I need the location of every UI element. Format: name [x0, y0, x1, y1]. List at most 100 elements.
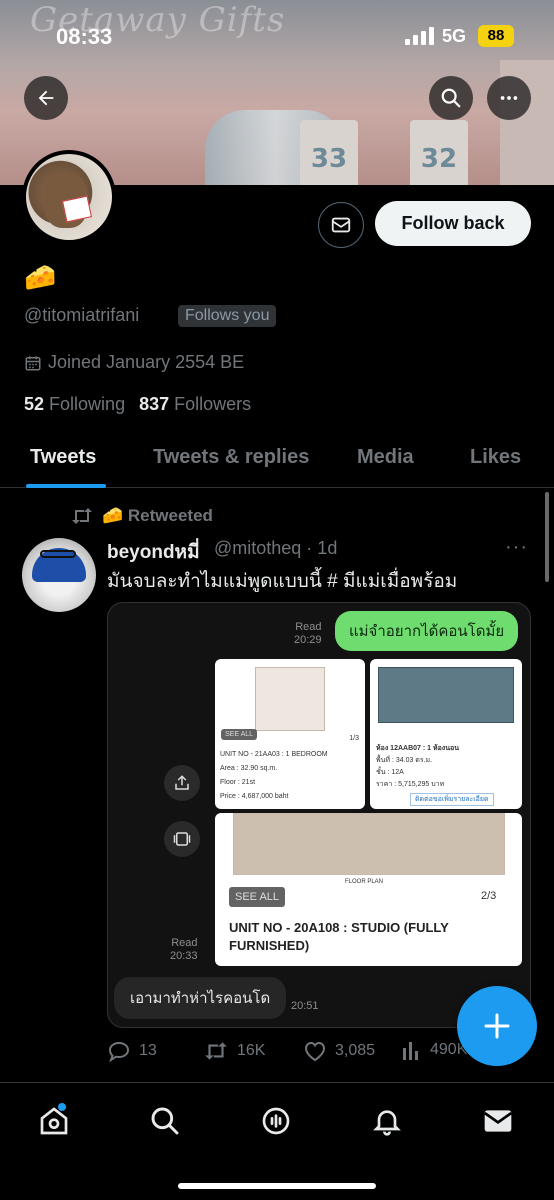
following-link[interactable]: 52 Following — [24, 394, 125, 415]
joined-date: Joined January 2554 BE — [24, 352, 244, 373]
retweeted-label: 🧀 Retweeted — [102, 506, 213, 525]
follows-you-badge: Follows you — [178, 305, 277, 327]
room-label: ห้อง 12AAB07 : 1 ห้องนอน — [376, 745, 459, 752]
calendar-icon — [25, 355, 41, 370]
nav-notifications[interactable] — [367, 1101, 407, 1141]
joined-label: Joined January 2554 BE — [48, 352, 245, 372]
compose-tweet-button[interactable] — [457, 986, 537, 1066]
floor-label: ชั้น : 12A — [376, 769, 404, 776]
follow-back-button[interactable]: Follow back — [375, 201, 531, 246]
retweet-icon — [205, 1042, 227, 1060]
floor-layout-drawing — [233, 813, 505, 875]
profile-avatar[interactable] — [22, 150, 116, 244]
floorplan-card-3: FLOOR PLAN SEE ALL 2/3 UNIT NO - 20A108 … — [215, 813, 522, 966]
pillar-number: 33 — [310, 144, 348, 174]
search-icon — [151, 1107, 179, 1135]
display-name: 🧀 — [24, 262, 57, 292]
read-receipt-2: Read 20:33 — [170, 937, 198, 963]
read-receipt-1: Read 20:29 — [294, 621, 322, 647]
avatar-card — [61, 195, 93, 223]
banner-pillar-right: 32 — [410, 120, 468, 185]
page-indicator: 1/3 — [349, 735, 359, 742]
pillar-number: 32 — [420, 144, 458, 174]
more-options-button[interactable] — [487, 76, 531, 120]
received-time: 20:51 — [291, 1000, 319, 1012]
see-all-badge: SEE ALL — [229, 887, 286, 907]
heart-icon — [304, 1041, 326, 1062]
home-icon — [40, 1107, 68, 1135]
gallery-button[interactable] — [164, 821, 200, 857]
avatar-glasses — [40, 550, 76, 558]
tweet-author-name[interactable]: beyondหมี่ — [107, 537, 200, 567]
retweeted-indicator: 🧀 Retweeted — [70, 506, 213, 526]
reply-count: 13 — [139, 1042, 157, 1059]
signal-icon — [405, 27, 435, 45]
gallery-icon — [173, 832, 191, 846]
like-count: 3,085 — [335, 1042, 376, 1059]
banner-pillar-left: 33 — [300, 120, 358, 185]
nav-search[interactable] — [145, 1101, 185, 1141]
battery-indicator: 88 — [478, 25, 514, 47]
notification-dot — [58, 1103, 66, 1111]
unit-label: UNIT NO - 21AA03 : 1 BEDROOM — [220, 751, 328, 758]
retweet-icon — [72, 508, 92, 524]
profile-handle: @titomiatrifani — [24, 305, 140, 325]
plus-icon — [484, 1013, 510, 1039]
mail-icon — [483, 1110, 513, 1132]
retweet-button[interactable]: 16K — [203, 1040, 265, 1062]
tweet-more-button[interactable]: ··· — [505, 536, 528, 559]
mail-icon — [331, 217, 351, 233]
bell-icon — [373, 1110, 401, 1136]
reply-button[interactable]: 13 — [107, 1040, 157, 1062]
floorplan-card-1: SEE ALL 1/3 UNIT NO - 21AA03 : 1 BEDROOM… — [215, 659, 365, 809]
building-plan-drawing — [378, 667, 514, 723]
follow-stats: 52 Following 837 Followers — [24, 394, 251, 415]
read-label: Read — [295, 621, 322, 633]
retweet-count: 16K — [237, 1042, 266, 1059]
tab-media[interactable]: Media — [357, 446, 414, 469]
area-label: Area : 32.90 sq.m. — [220, 765, 278, 772]
followers-link[interactable]: 837 Followers — [139, 394, 251, 415]
views-button[interactable]: 490K — [402, 1040, 467, 1060]
tab-likes[interactable]: Likes — [470, 446, 521, 469]
price-label: ราคา : 5,715,295 บาท — [376, 781, 445, 788]
tweet-author-meta: @mitotheq · 1d — [214, 538, 338, 558]
reply-icon — [108, 1041, 130, 1062]
back-button[interactable] — [24, 76, 68, 120]
area-label: พื้นที่ : 34.03 ตร.ม. — [376, 757, 433, 764]
profile-tabs: Tweets Tweets & replies Media Likes — [0, 430, 554, 488]
network-label: 5G — [442, 26, 467, 46]
scrollbar[interactable] — [545, 492, 549, 582]
tweet-text: มันจบละทำไมแม่พูดแบบนี้ # มีแม่เมื่อพร้อ… — [107, 571, 458, 592]
share-icon — [175, 775, 189, 790]
nav-spaces[interactable] — [256, 1101, 296, 1141]
views-chart-icon — [403, 1042, 418, 1060]
floorplan-drawing — [255, 667, 325, 731]
chat-bubble-sent: แม่จำอยากได้คอนโดมั้ย — [335, 611, 519, 651]
message-button[interactable] — [318, 202, 364, 248]
like-button[interactable]: 3,085 — [303, 1040, 375, 1062]
spaces-microphone-icon — [262, 1107, 290, 1135]
back-arrow-icon — [38, 90, 54, 106]
nav-home[interactable] — [34, 1101, 74, 1141]
price-label: Price : 4,687,000 baht — [220, 793, 289, 800]
tweet-media-image[interactable]: Read 20:29 แม่จำอยากได้คอนโดมั้ย SEE ALL… — [107, 602, 531, 1028]
more-horizontal-icon — [500, 96, 518, 100]
search-icon — [441, 88, 461, 108]
status-bar: 08:33 5G 88 — [0, 18, 554, 58]
nav-messages[interactable] — [478, 1101, 518, 1141]
search-button[interactable] — [429, 76, 473, 120]
floor-label: Floor : 21st — [220, 779, 256, 786]
share-button[interactable] — [164, 765, 200, 801]
see-all-badge: SEE ALL — [221, 729, 258, 740]
read-time: 20:29 — [294, 634, 322, 646]
following-count: 52 — [24, 394, 45, 414]
followers-label: Followers — [174, 394, 252, 414]
tweet-author-avatar[interactable] — [22, 538, 96, 612]
floor-plan-label: FLOOR PLAN — [345, 879, 384, 885]
unit-title: UNIT NO - 20A108 : STUDIO (FULLY FURNISH… — [229, 920, 449, 953]
tab-tweets-replies[interactable]: Tweets & replies — [153, 446, 309, 469]
contact-link: ติดต่อขอเพิ่มรายละเอียด — [410, 793, 494, 806]
active-tab-indicator — [26, 484, 106, 488]
tab-tweets[interactable]: Tweets — [30, 446, 96, 469]
